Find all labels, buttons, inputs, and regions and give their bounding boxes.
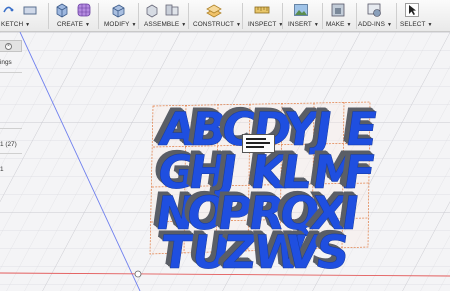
make-menu-label[interactable]: MAKE xyxy=(326,21,345,28)
construct-menu-label[interactable]: CONSTRUCT xyxy=(193,21,234,28)
offset-plane-icon[interactable] xyxy=(206,2,222,18)
close-icon[interactable]: × xyxy=(5,43,12,50)
make-group[interactable]: MAKE ▼ xyxy=(324,0,356,32)
modify-group[interactable]: MODIFY ▼ xyxy=(100,0,138,32)
assemble-group[interactable]: ASSEMBLE ▼ xyxy=(140,0,188,32)
measure-icon[interactable] xyxy=(254,2,270,18)
assemble-menu-label[interactable]: ASSEMBLE xyxy=(144,21,179,28)
toolbar: KETCH ▼ CREATE ▼ MODIFY ▼ ASSEMBLE ▼ CON… xyxy=(0,0,450,32)
browser-item-sketches[interactable]: 1 xyxy=(0,166,4,173)
inspect-menu-label[interactable]: INSPECT xyxy=(248,21,276,28)
sketch-menu-label[interactable]: KETCH xyxy=(1,21,23,28)
origin-point[interactable] xyxy=(134,270,142,278)
modify-menu-label[interactable]: MODIFY xyxy=(104,21,129,28)
press-pull-icon[interactable] xyxy=(110,2,126,18)
letters-model[interactable]: AAAAAAABBBBBBBCCCCCCCDDDDDDDYYYYYYYJJJJJ… xyxy=(148,98,382,279)
appearance-swatch[interactable] xyxy=(242,134,275,153)
browser-item-bodies[interactable]: 1 (27) xyxy=(0,141,17,148)
create-group[interactable]: CREATE ▼ xyxy=(50,0,98,32)
insert-menu-label[interactable]: INSERT xyxy=(288,21,312,28)
box-icon[interactable] xyxy=(54,2,70,18)
insert-group[interactable]: INSERT ▼ xyxy=(284,0,322,32)
addins-menu-label[interactable]: ADD-INS xyxy=(358,21,385,28)
viewport-svg[interactable]: AAAAAAABBBBBBBCCCCCCCDDDDDDDYYYYYYYJJJJJ… xyxy=(0,32,450,291)
browser-item-settings[interactable]: ings xyxy=(0,59,12,66)
browser-header[interactable]: × xyxy=(0,40,22,52)
sketch-rectangle-icon[interactable] xyxy=(22,2,38,18)
select-cursor-icon[interactable] xyxy=(404,2,420,18)
select-menu-label[interactable]: SELECT xyxy=(400,21,425,28)
scripts-addins-icon[interactable] xyxy=(366,2,382,18)
sketch-line-icon[interactable] xyxy=(2,2,18,18)
insert-image-icon[interactable] xyxy=(293,2,309,18)
new-component-icon[interactable] xyxy=(145,2,161,18)
select-group[interactable]: SELECT ▼ xyxy=(398,0,438,32)
3d-print-icon[interactable] xyxy=(330,2,346,18)
construct-group[interactable]: CONSTRUCT ▼ xyxy=(190,0,242,32)
canvas-viewport[interactable]: AAAAAAABBBBBBBCCCCCCCDDDDDDDYYYYYYYJJJJJ… xyxy=(0,32,450,291)
create-menu-label[interactable]: CREATE xyxy=(57,21,83,28)
form-icon[interactable] xyxy=(76,2,92,18)
inspect-group[interactable]: INSPECT ▼ xyxy=(244,0,283,32)
joint-icon[interactable] xyxy=(164,2,180,18)
sketch-group[interactable]: KETCH ▼ xyxy=(0,0,38,32)
addins-group[interactable]: ADD-INS ▼ xyxy=(358,0,396,32)
